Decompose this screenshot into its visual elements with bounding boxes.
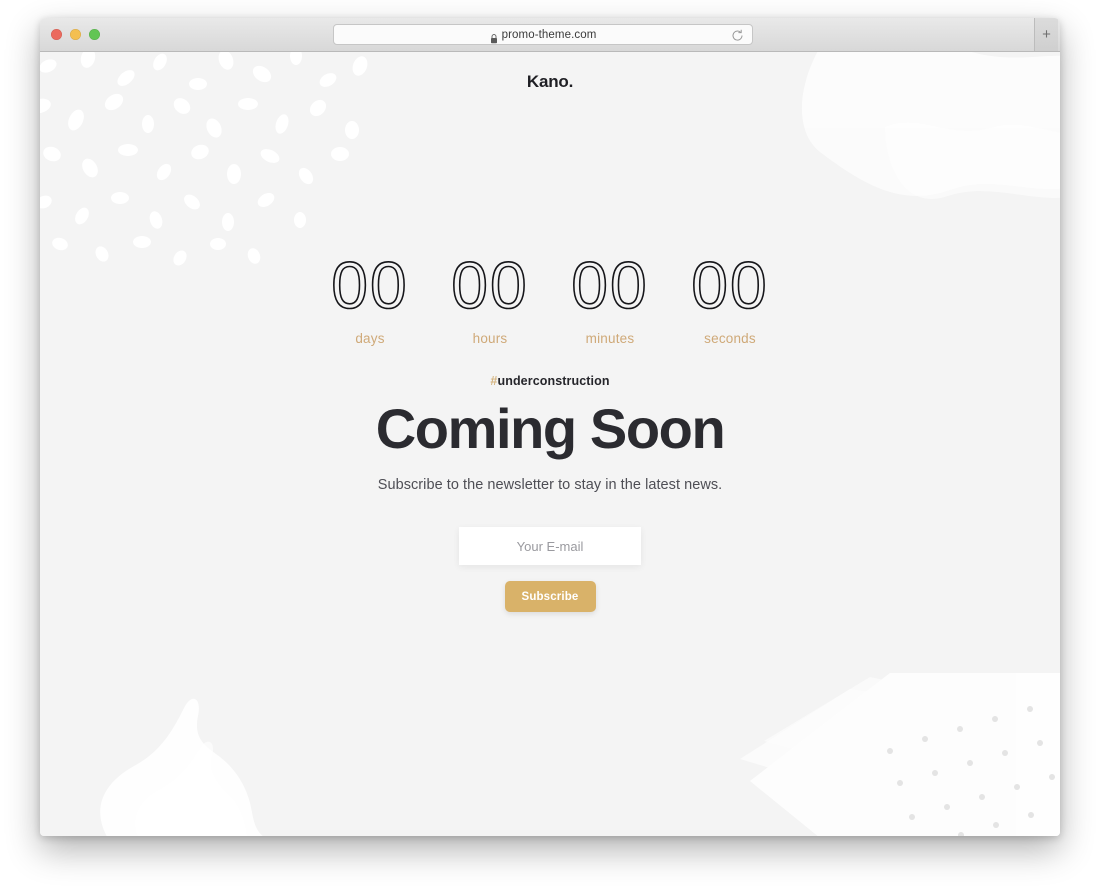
lock-icon <box>490 31 498 43</box>
minimize-window-button[interactable] <box>70 29 81 40</box>
countdown-timer: 00 days 00 hours 00 minutes 00 seconds <box>40 248 1060 347</box>
countdown-label-days: days <box>355 331 385 347</box>
browser-window: promo-theme.com + Kano. 00 days 00 hours… <box>40 18 1060 836</box>
page-viewport: Kano. 00 days 00 hours 00 minutes 00 sec… <box>40 52 1060 836</box>
countdown-value-seconds: 00 <box>690 248 769 322</box>
hashtag-text: underconstruction <box>497 374 610 389</box>
reload-icon[interactable] <box>731 29 744 42</box>
page-subtitle: Subscribe to the newsletter to stay in t… <box>377 477 723 494</box>
paint-stroke-bottom-left-icon <box>100 698 263 836</box>
countdown-unit-days: 00 days <box>310 248 430 347</box>
countdown-unit-hours: 00 hours <box>430 248 550 347</box>
countdown-unit-seconds: 00 seconds <box>670 248 790 347</box>
countdown-label-minutes: minutes <box>585 331 635 347</box>
subscribe-button[interactable]: Subscribe <box>504 581 596 613</box>
window-controls <box>51 29 100 40</box>
page-title: Coming Soon <box>375 397 726 461</box>
countdown-label-seconds: seconds <box>704 331 756 347</box>
countdown-value-minutes: 00 <box>570 248 649 322</box>
hashtag-tagline: #underconstruction <box>40 374 1060 388</box>
countdown-value-hours: 00 <box>450 248 529 322</box>
close-window-button[interactable] <box>51 29 62 40</box>
subscribe-form: Subscribe <box>40 527 1060 613</box>
browser-titlebar: promo-theme.com + <box>40 18 1060 52</box>
main-content: 00 days 00 hours 00 minutes 00 seconds #… <box>40 52 1060 613</box>
countdown-label-hours: hours <box>472 331 508 347</box>
countdown-value-days: 00 <box>330 248 409 322</box>
url-text: promo-theme.com <box>501 28 597 41</box>
countdown-unit-minutes: 00 minutes <box>550 248 670 347</box>
address-bar[interactable]: promo-theme.com <box>333 24 753 45</box>
email-field[interactable] <box>459 527 641 566</box>
diagonal-brush-dots-bottom-right-icon <box>740 673 1060 836</box>
site-logo[interactable]: Kano. <box>40 72 1060 92</box>
zoom-window-button[interactable] <box>89 29 100 40</box>
new-tab-button[interactable]: + <box>1034 18 1058 51</box>
